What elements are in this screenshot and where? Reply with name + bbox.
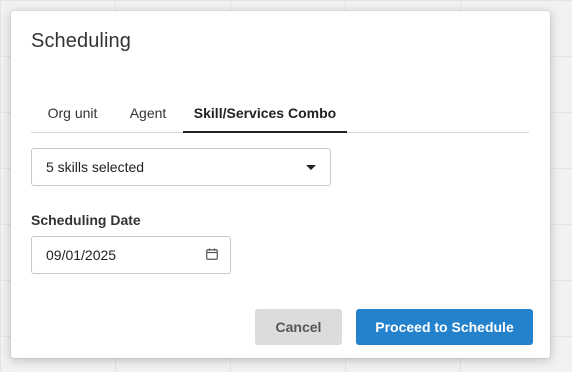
tab-skill-services-combo[interactable]: Skill/Services Combo (183, 97, 347, 133)
tab-agent-label: Agent (129, 105, 167, 121)
tab-bar: Org unit Agent Skill/Services Combo (31, 97, 529, 133)
skills-select[interactable]: 5 skills selected (31, 148, 331, 186)
scheduling-date-input[interactable]: 09/01/2025 (31, 236, 231, 274)
dialog-title: Scheduling (31, 30, 131, 52)
cancel-button-label: Cancel (275, 319, 322, 335)
tab-org-unit[interactable]: Org unit (31, 97, 114, 132)
tab-skill-services-combo-label: Skill/Services Combo (193, 105, 337, 121)
proceed-to-schedule-button-label: Proceed to Schedule (375, 319, 514, 335)
scheduling-date-label: Scheduling Date (31, 212, 141, 228)
scheduling-date-value: 09/01/2025 (46, 247, 117, 263)
skills-select-value: 5 skills selected (46, 159, 145, 175)
tab-org-unit-label: Org unit (47, 105, 98, 121)
cancel-button[interactable]: Cancel (255, 309, 342, 345)
tab-agent[interactable]: Agent (117, 97, 179, 132)
scheduling-dialog: Scheduling Org unit Agent Skill/Services… (11, 11, 550, 358)
calendar-icon[interactable] (206, 248, 218, 260)
caret-down-icon (306, 165, 316, 170)
proceed-to-schedule-button[interactable]: Proceed to Schedule (356, 309, 533, 345)
